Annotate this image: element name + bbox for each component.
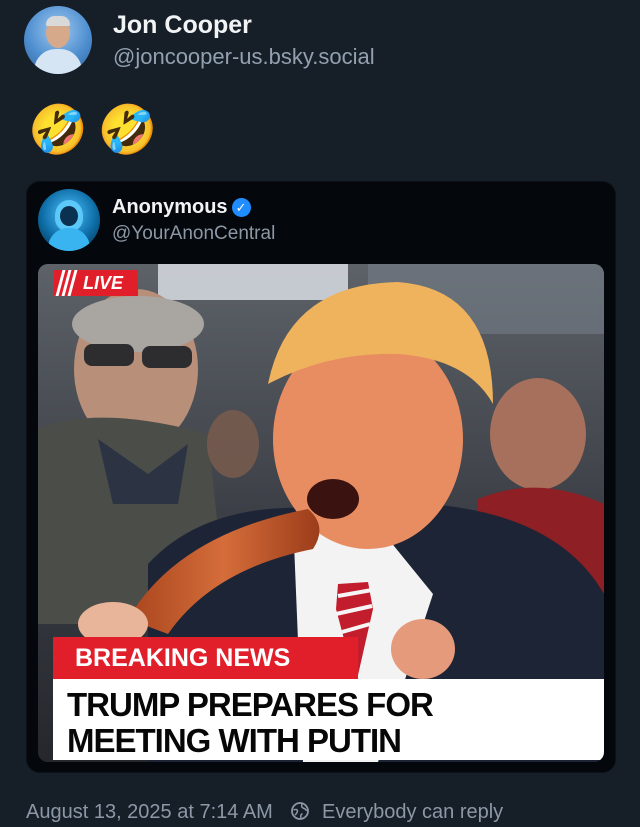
reply-setting-label[interactable]: Everybody can reply <box>322 801 503 823</box>
post-timestamp[interactable]: August 13, 2025 at 7:14 AM <box>26 801 273 823</box>
quoted-author-name-row[interactable]: Anonymous ✓ <box>112 196 251 219</box>
quoted-author-name: Anonymous <box>112 196 228 218</box>
post-text: 🤣🤣 <box>28 104 168 157</box>
headline-line-2: MEETING WITH PUTIN <box>67 722 402 759</box>
author-avatar[interactable] <box>24 6 92 74</box>
live-stripes-icon <box>54 270 81 296</box>
author-handle[interactable]: @joncooper-us.bsky.social <box>113 44 375 70</box>
globe-reply-icon <box>290 801 310 821</box>
quoted-author-avatar[interactable] <box>38 189 100 251</box>
quoted-post-image[interactable]: LIVE BREAKING NEWS TRUMP PREPARES FOR ME… <box>38 264 604 762</box>
verified-checkmark-icon: ✓ <box>231 198 251 217</box>
quoted-post-card[interactable]: Anonymous ✓ @YourAnonCentral LIVE BREAKI… <box>26 181 616 773</box>
post-footer: August 13, 2025 at 7:14 AM Everybody can… <box>26 801 503 824</box>
post-header: Jon Cooper @joncooper-us.bsky.social <box>24 6 624 76</box>
live-label: LIVE <box>83 272 124 293</box>
live-badge: LIVE <box>54 270 138 296</box>
breaking-news-banner: BREAKING NEWS <box>53 637 358 679</box>
news-headline: TRUMP PREPARES FOR MEETING WITH PUTIN <box>53 679 604 760</box>
headline-line-1: TRUMP PREPARES FOR <box>67 686 434 723</box>
author-display-name[interactable]: Jon Cooper <box>113 11 252 40</box>
quoted-author-handle[interactable]: @YourAnonCentral <box>112 223 275 245</box>
